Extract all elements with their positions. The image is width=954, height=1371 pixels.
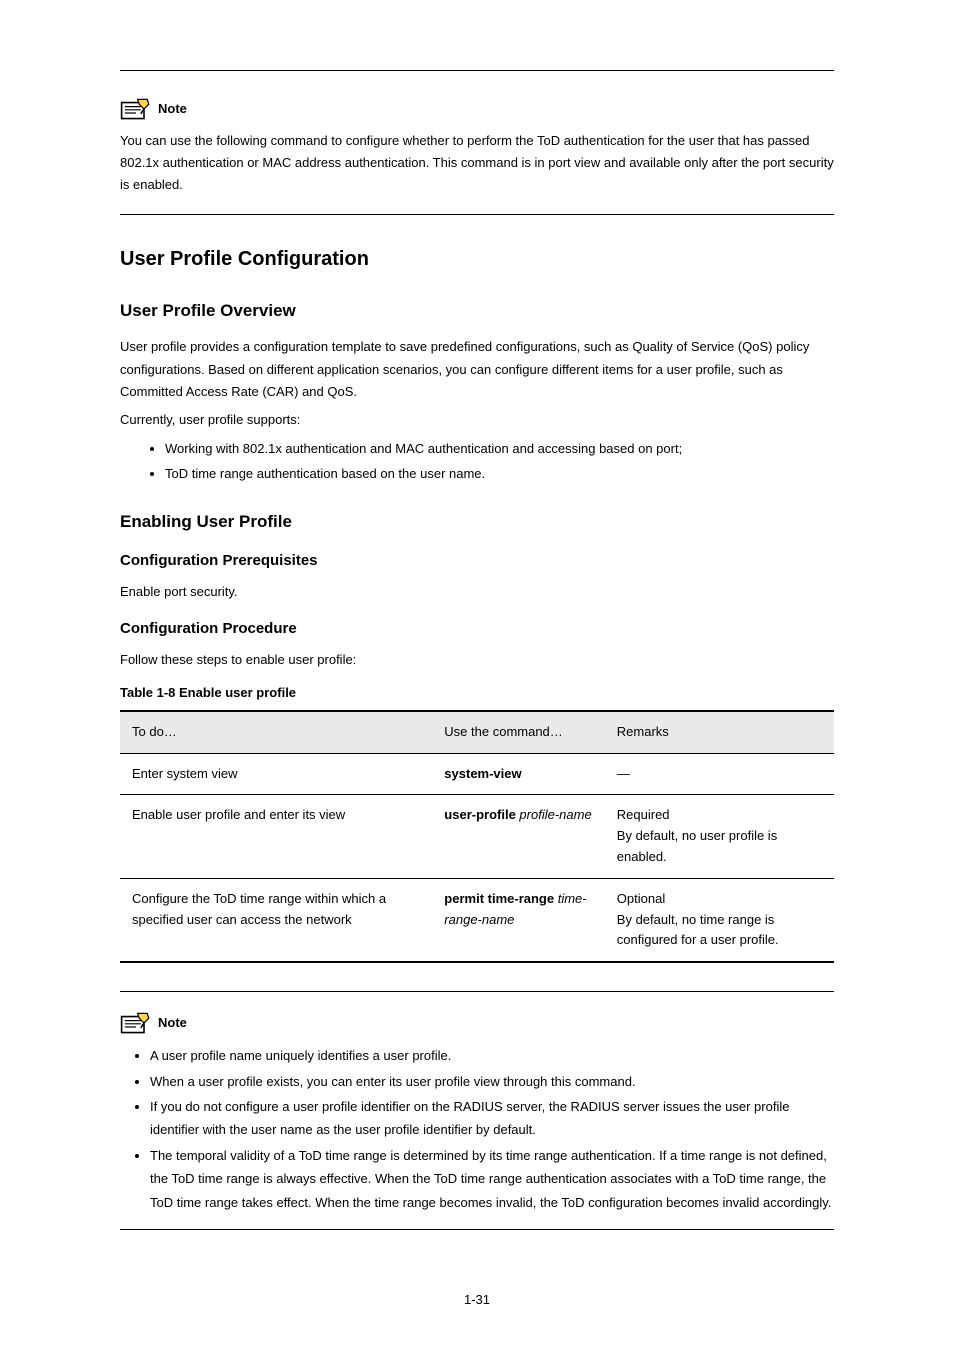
note-bottom-bullet-1: A user profile name uniquely identifies … — [150, 1044, 834, 1067]
table-row: Enter system view system-view — — [120, 753, 834, 795]
note-icon — [120, 1010, 152, 1036]
cmd-bold: permit time-range — [444, 891, 557, 906]
table-cell-remarks: RequiredBy default, no user profile is e… — [605, 795, 834, 878]
cmd-italic: profile-name — [519, 807, 591, 822]
overview-bullets: Working with 802.1x authentication and M… — [165, 437, 834, 486]
horizontal-rule-after-note2 — [120, 1229, 834, 1230]
table-header-remarks: Remarks — [605, 711, 834, 753]
table-cell-remarks: OptionalBy default, no time range is con… — [605, 878, 834, 962]
table-cell-todo: Enter system view — [120, 753, 432, 795]
table-cell-remarks: — — [605, 753, 834, 795]
overview-para-2: Currently, user profile supports: — [120, 409, 834, 431]
table-caption: Table 1-8 Enable user profile — [120, 683, 834, 704]
table-cell-todo: Enable user profile and enter its view — [120, 795, 432, 878]
proc-heading: Configuration Procedure — [120, 617, 834, 641]
config-table: To do… Use the command… Remarks Enter sy… — [120, 710, 834, 963]
note-bottom-bullet-4: The temporal validity of a ToD time rang… — [150, 1144, 834, 1214]
note-bottom-block: Note A user profile name uniquely identi… — [120, 1010, 834, 1214]
note-top-block: Note You can use the following command t… — [120, 96, 834, 196]
prereq-text: Enable port security. — [120, 581, 834, 603]
horizontal-rule-after-note — [120, 214, 834, 215]
note-bottom-bullet-3: If you do not configure a user profile i… — [150, 1095, 834, 1142]
table-cell-cmd: system-view — [432, 753, 604, 795]
table-cell-cmd: user-profile profile-name — [432, 795, 604, 878]
prereq-heading: Configuration Prerequisites — [120, 549, 834, 573]
section-title: User Profile Configuration — [120, 243, 834, 275]
table-header-todo: To do… — [120, 711, 432, 753]
note-top-header: Note — [120, 96, 834, 122]
note-icon — [120, 96, 152, 122]
note-top-text: You can use the following command to con… — [120, 130, 834, 196]
table-row: Enable user profile and enter its view u… — [120, 795, 834, 878]
page-number: 1-31 — [120, 1290, 834, 1311]
note-bottom-bullet-2: When a user profile exists, you can ente… — [150, 1070, 834, 1093]
proc-text: Follow these steps to enable user profil… — [120, 649, 834, 671]
overview-para-1: User profile provides a configuration te… — [120, 336, 834, 402]
overview-bullet-1: Working with 802.1x authentication and M… — [165, 437, 834, 460]
table-header-cmd: Use the command… — [432, 711, 604, 753]
note-top-label: Note — [158, 99, 187, 120]
cmd-bold: user-profile — [444, 807, 519, 822]
overview-bullet-2: ToD time range authentication based on t… — [165, 462, 834, 485]
table-header-row: To do… Use the command… Remarks — [120, 711, 834, 753]
horizontal-rule-before-note2 — [120, 991, 834, 992]
table-cell-todo: Configure the ToD time range within whic… — [120, 878, 432, 962]
table-row: Configure the ToD time range within whic… — [120, 878, 834, 962]
enabling-heading: Enabling User Profile — [120, 508, 834, 535]
note-bottom-header: Note — [120, 1010, 834, 1036]
cmd-bold: system-view — [444, 766, 521, 781]
note-bottom-label: Note — [158, 1013, 187, 1034]
overview-heading: User Profile Overview — [120, 297, 834, 324]
note-bottom-bullets: A user profile name uniquely identifies … — [150, 1044, 834, 1214]
table-cell-cmd: permit time-range time-range-name — [432, 878, 604, 962]
horizontal-rule-top — [120, 70, 834, 71]
